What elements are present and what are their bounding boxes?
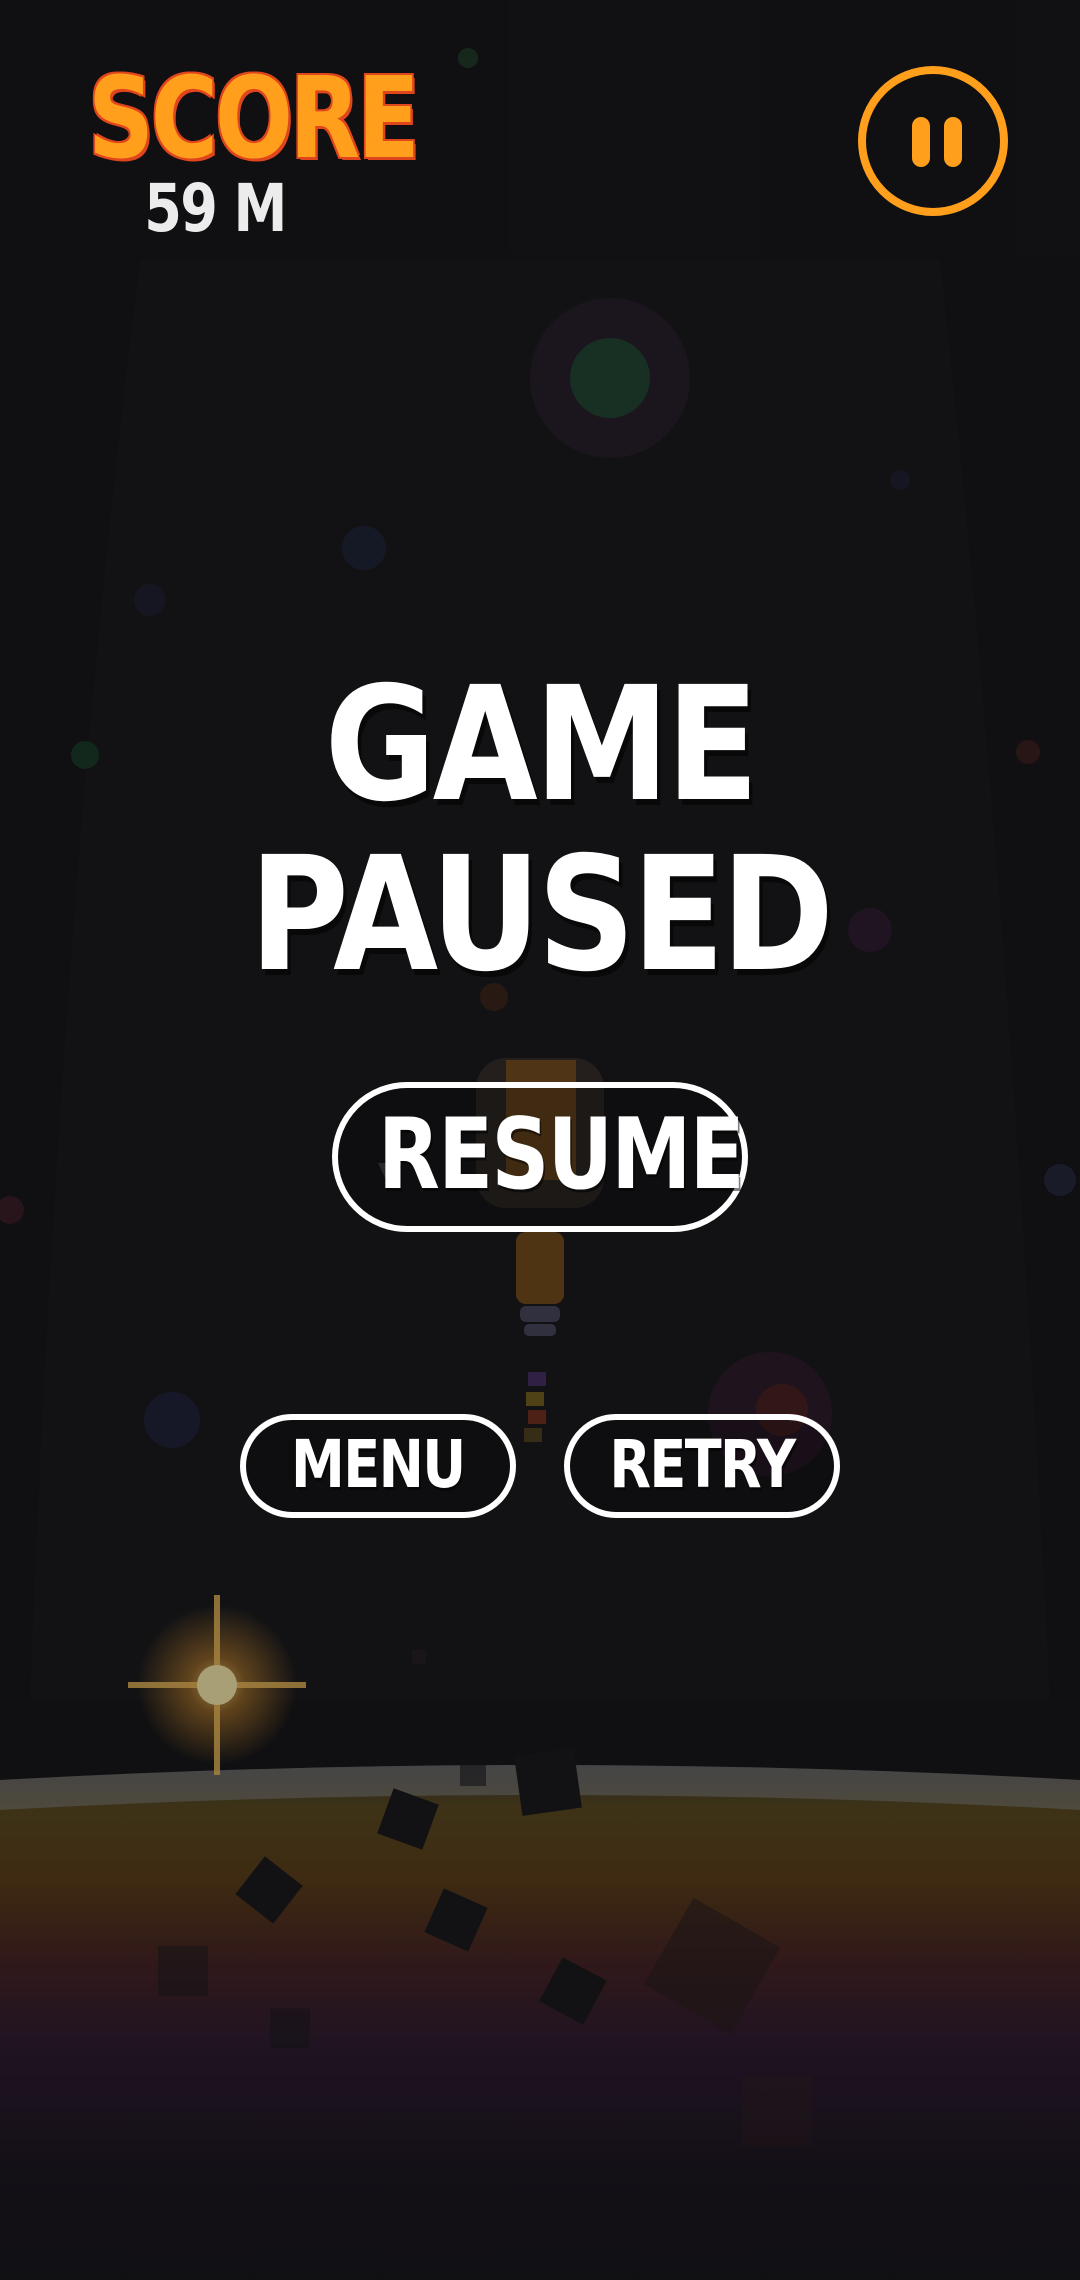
resume-button-label: RESUME — [378, 1098, 745, 1212]
pause-icon-bar-left — [912, 117, 930, 167]
retry-button-label: RETRY — [609, 1426, 796, 1503]
menu-button-label: MENU — [291, 1426, 466, 1503]
score-label: SCORE — [87, 54, 420, 184]
retry-button[interactable]: RETRY — [564, 1414, 840, 1518]
pause-button[interactable] — [858, 66, 1008, 216]
score-display: SCORE 59 M — [60, 54, 420, 247]
score-value: 59 M — [144, 170, 287, 247]
resume-button[interactable]: RESUME — [332, 1082, 748, 1232]
game-paused-title: GAME PAUSED — [249, 653, 834, 1007]
menu-button[interactable]: MENU — [240, 1414, 516, 1518]
pause-icon-bar-right — [944, 117, 962, 167]
